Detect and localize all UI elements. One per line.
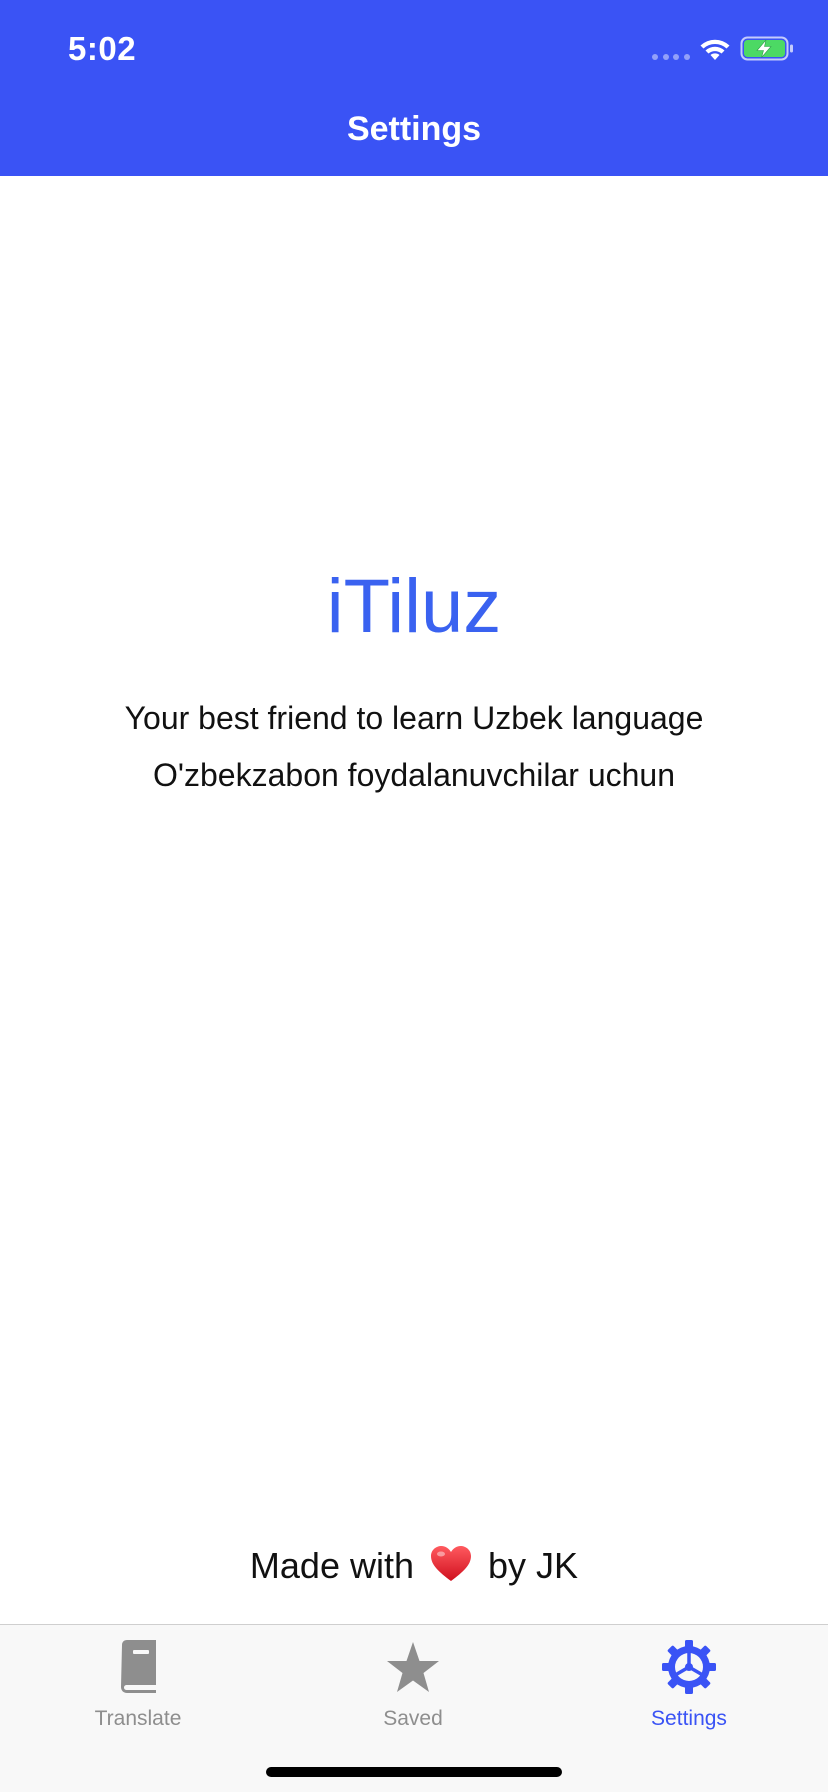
tab-settings-label: Settings	[651, 1707, 727, 1730]
tab-saved[interactable]: Saved	[313, 1637, 513, 1731]
tab-saved-label: Saved	[383, 1707, 443, 1730]
wifi-icon	[700, 39, 730, 60]
tab-translate[interactable]: Translate	[38, 1637, 238, 1731]
app-name: iTiluz	[326, 564, 502, 649]
status-time: 5:02	[68, 30, 137, 67]
battery-charging-icon	[740, 36, 793, 61]
made-with-text: Made with	[249, 1545, 414, 1586]
book-icon	[121, 1640, 156, 1693]
gear-icon	[662, 1640, 716, 1694]
heart-icon	[431, 1546, 472, 1582]
tagline-english: Your best friend to learn Uzbek language	[124, 700, 704, 736]
cellular-signal-icon	[652, 54, 690, 62]
tab-settings[interactable]: Settings	[589, 1637, 789, 1731]
star-icon	[387, 1642, 439, 1692]
tagline-uzbek: O'zbekzabon foydalanuvchilar uchun	[153, 757, 675, 793]
header-bar: 5:02 Settings	[0, 0, 828, 176]
page-title: Settings	[346, 110, 482, 148]
tab-translate-label: Translate	[94, 1707, 182, 1730]
home-indicator[interactable]	[266, 1767, 562, 1777]
settings-screen: 5:02 Settings iTiluz Your best friend to…	[0, 0, 828, 1792]
by-author-text: by JK	[488, 1545, 579, 1586]
footer-credit: Made with by JK	[0, 1545, 828, 1587]
